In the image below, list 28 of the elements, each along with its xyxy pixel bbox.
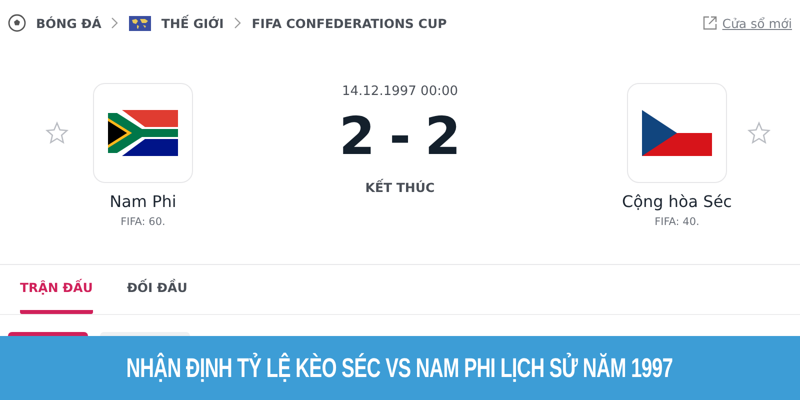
external-link-icon xyxy=(703,16,718,30)
breadcrumb-link[interactable]: THẾ GIỚI xyxy=(161,16,224,30)
score-separator: - xyxy=(389,109,411,166)
world-map-icon xyxy=(129,16,152,30)
team-logo[interactable] xyxy=(93,83,193,183)
breadcrumb-link[interactable]: BÓNG ĐÁ xyxy=(36,16,102,30)
match-date: 14.12.1997 00:00 xyxy=(342,84,458,99)
team-logo[interactable] xyxy=(627,83,727,183)
tab[interactable]: TRẬN ĐẤU xyxy=(20,265,93,314)
home-score: 2 xyxy=(339,109,376,166)
new-window-link[interactable]: Cửa sổ mới xyxy=(722,16,792,30)
star-icon[interactable] xyxy=(45,121,69,145)
flag-icon xyxy=(642,110,712,156)
filter-pill[interactable] xyxy=(8,332,88,336)
chevron-icon xyxy=(111,17,120,29)
match-status: KẾT THÚC xyxy=(365,180,435,196)
fifa-ranking: FIFA: 40. xyxy=(654,216,700,228)
chevron-icon xyxy=(234,17,242,29)
tab[interactable]: ĐỐI ĐẦU xyxy=(126,265,188,314)
away-score: 2 xyxy=(424,109,461,166)
star-icon[interactable] xyxy=(747,121,771,145)
team-name: Cộng hòa Séc xyxy=(622,192,732,211)
ball-icon xyxy=(8,14,26,32)
fifa-ranking: FIFA: 60. xyxy=(120,216,166,228)
team-name: Nam Phi xyxy=(110,192,176,211)
banner-title: NHẬN ĐỊNH TỶ LỆ KÈO SÉC VS NAM PHI LỊCH SỬ NĂM 1997 xyxy=(126,352,674,384)
breadcrumb-link[interactable]: FIFA CONFEDERATIONS CUP xyxy=(252,16,447,30)
flag-icon xyxy=(108,110,178,156)
